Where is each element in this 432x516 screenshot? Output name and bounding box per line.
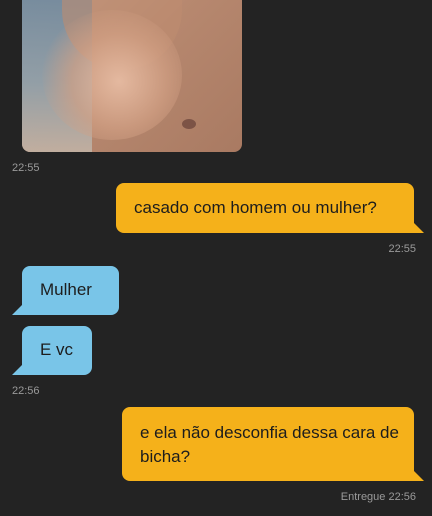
message-text: casado com homem ou mulher? <box>134 198 377 217</box>
sent-message-bubble[interactable]: e ela não desconfia dessa cara de bicha? <box>122 407 424 481</box>
message-timestamp: 22:55 <box>388 243 416 255</box>
message-text: Mulher <box>40 280 92 299</box>
photo-timestamp: 22:55 <box>12 162 40 174</box>
received-photo[interactable] <box>22 0 242 152</box>
message-text: E vc <box>40 340 74 359</box>
received-message-bubble[interactable]: E vc <box>12 326 92 375</box>
sent-message-bubble[interactable]: casado com homem ou mulher? <box>116 183 424 233</box>
received-message-bubble[interactable]: Mulher <box>12 266 119 315</box>
message-text: e ela não desconfia dessa cara de bicha? <box>140 423 399 466</box>
message-timestamp: 22:56 <box>12 385 40 397</box>
photo-skin <box>42 10 182 140</box>
delivery-status: Entregue 22:56 <box>340 491 416 503</box>
photo-detail <box>182 119 196 129</box>
